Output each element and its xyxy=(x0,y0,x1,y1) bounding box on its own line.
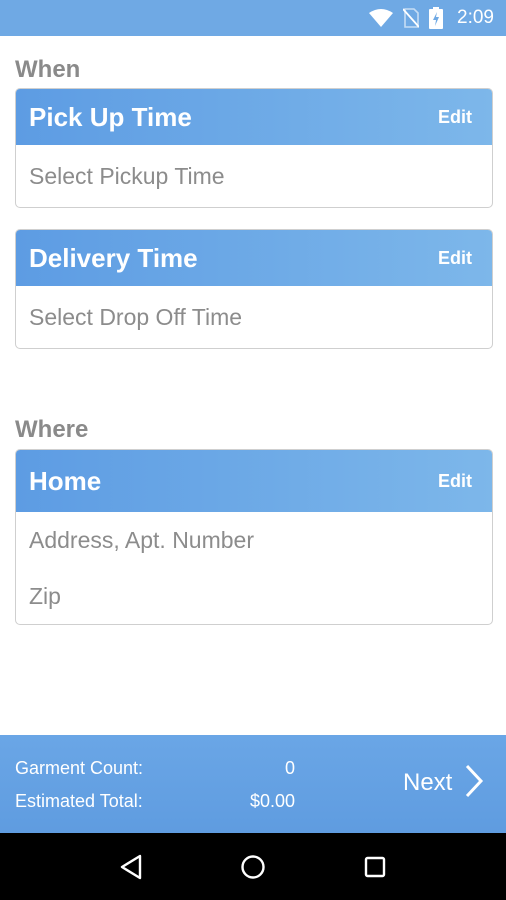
address-line-field[interactable]: Address, Apt. Number xyxy=(16,512,492,568)
delivery-time-header: Delivery Time Edit xyxy=(16,230,492,286)
wifi-icon xyxy=(369,9,394,27)
next-button[interactable]: Next xyxy=(403,763,484,803)
home-icon[interactable] xyxy=(233,847,273,887)
pickup-time-edit-button[interactable]: Edit xyxy=(438,107,472,128)
delivery-time-card: Delivery Time Edit Select Drop Off Time xyxy=(15,229,493,349)
battery-charging-icon xyxy=(429,7,444,29)
estimated-total-label: Estimated Total: xyxy=(15,791,143,811)
estimated-total-value: $0.00 xyxy=(249,791,295,811)
delivery-time-title: Delivery Time xyxy=(29,242,198,273)
when-section-label: When xyxy=(15,56,81,83)
system-nav-bar xyxy=(0,833,506,900)
chevron-right-icon xyxy=(464,764,484,803)
no-sim-icon xyxy=(403,8,420,28)
garment-count-label: Garment Count: xyxy=(15,758,144,778)
delivery-time-edit-button[interactable]: Edit xyxy=(438,248,472,269)
pickup-time-header: Pick Up Time Edit xyxy=(16,89,492,145)
pickup-time-card: Pick Up Time Edit Select Pickup Time xyxy=(15,88,493,208)
delivery-time-field[interactable]: Select Drop Off Time xyxy=(16,286,492,348)
address-header: Home Edit xyxy=(16,450,492,512)
order-summary-bar: Garment Count: 0 Estimated Total: $0.00 … xyxy=(0,735,506,833)
where-section-label: Where xyxy=(15,416,89,443)
pickup-time-title: Pick Up Time xyxy=(29,101,192,132)
pickup-time-field[interactable]: Select Pickup Time xyxy=(16,145,492,207)
back-icon[interactable] xyxy=(111,847,151,887)
status-time: 2:09 xyxy=(457,7,494,28)
next-label: Next xyxy=(403,769,453,796)
status-bar: 2:09 xyxy=(0,0,506,36)
address-edit-button[interactable]: Edit xyxy=(438,471,472,492)
zip-field[interactable]: Zip xyxy=(16,568,492,624)
address-card: Home Edit Address, Apt. Number Zip xyxy=(15,449,493,625)
recents-icon[interactable] xyxy=(355,847,395,887)
garment-count-value: 0 xyxy=(284,758,295,778)
address-title: Home xyxy=(29,465,102,496)
